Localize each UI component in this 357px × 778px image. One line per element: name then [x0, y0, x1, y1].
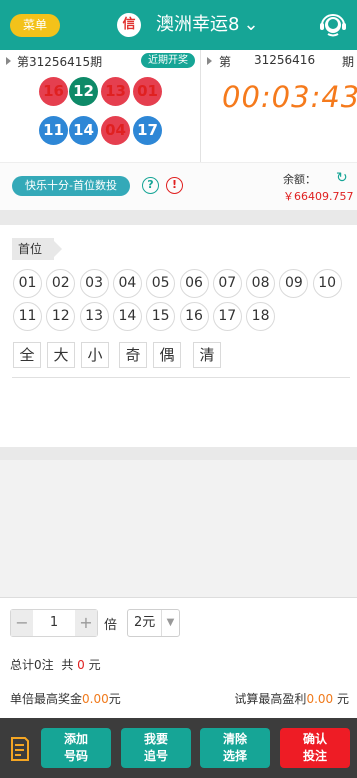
bet-type-bar: 快乐十分-首位数投 ? ! 余额： ↻ ￥66409.757: [0, 162, 357, 210]
chase-numbers-button[interactable]: 我要 追号: [121, 728, 191, 768]
customer-service-icon[interactable]: [318, 12, 348, 38]
triangle-icon: [207, 57, 212, 65]
winning-ball: 17: [133, 116, 162, 145]
last-period: 第31256415期: [17, 55, 103, 69]
max-prize-value: 0.00: [82, 692, 109, 706]
selection-divider: [12, 377, 350, 378]
number-selection-area: 首位 01 02 03 04 05 06 07 08 09 10 11 12 13 14 15 16 17 18 …: [0, 225, 357, 447]
winning-ball: 16: [39, 77, 68, 106]
game-title: 澳洲幸运8: [156, 14, 240, 35]
number-button[interactable]: 16: [179, 302, 209, 331]
button-label: 投注: [302, 749, 327, 763]
bet-list-area: [0, 460, 357, 597]
credit-badge: 信: [117, 13, 141, 37]
number-button[interactable]: 04: [112, 269, 142, 298]
select-big-button[interactable]: 大: [47, 342, 75, 368]
unit-select[interactable]: 2元 ▼: [127, 609, 180, 637]
add-numbers-button[interactable]: 添加 号码: [41, 728, 111, 768]
number-button[interactable]: 10: [312, 269, 342, 298]
select-small-button[interactable]: 小: [81, 342, 109, 368]
next-period-prefix: 第: [219, 55, 232, 69]
number-button[interactable]: 18: [246, 302, 276, 331]
countdown-timer: 00:03:43: [222, 80, 357, 114]
bet-controls: − 1 + 倍 2元 ▼ 总计0注 共 0 元 单倍最高奖金0.00元 试算最高…: [0, 597, 357, 718]
sum-unit: 元: [88, 658, 101, 672]
number-button[interactable]: 03: [79, 269, 109, 298]
next-period-number: 31256416: [254, 53, 316, 67]
button-label: 选择: [222, 749, 247, 763]
bet-list-icon[interactable]: [10, 736, 30, 762]
number-button[interactable]: 06: [179, 269, 209, 298]
winning-ball: 04: [101, 116, 130, 145]
button-label: 追号: [143, 749, 168, 763]
max-prize: 单倍最高奖金0.00元: [10, 690, 121, 707]
game-title-selector[interactable]: 澳洲幸运8 ⌄: [156, 12, 259, 38]
number-button[interactable]: 13: [79, 302, 109, 331]
select-even-button[interactable]: 偶: [153, 342, 181, 368]
menu-button[interactable]: 菜单: [10, 14, 60, 37]
max-prize-prefix: 单倍最高奖金: [10, 692, 83, 706]
total-count: 0: [34, 658, 42, 672]
section-divider: [0, 447, 357, 460]
total-prefix: 总计: [10, 658, 35, 672]
chevron-down-icon: ⌄: [243, 14, 259, 35]
clear-selection-button[interactable]: 清除 选择: [200, 728, 270, 768]
number-button[interactable]: 02: [46, 269, 76, 298]
refresh-icon[interactable]: ↻: [336, 170, 348, 186]
multiple-stepper: − 1 +: [10, 609, 98, 637]
multiple-unit-label: 倍: [104, 618, 118, 633]
number-button[interactable]: 15: [146, 302, 176, 331]
number-button[interactable]: 08: [246, 269, 276, 298]
bet-type-selector[interactable]: 快乐十分-首位数投: [12, 176, 130, 196]
decrease-button[interactable]: −: [11, 610, 33, 636]
button-label: 添加: [63, 732, 88, 746]
increase-button[interactable]: +: [75, 610, 97, 636]
total-unit: 注: [41, 658, 54, 672]
max-profit-prefix: 试算最高盈利: [234, 692, 307, 706]
recent-results-button[interactable]: 近期开奖: [141, 53, 195, 68]
number-button[interactable]: 17: [212, 302, 242, 331]
number-button[interactable]: 09: [279, 269, 309, 298]
balance-label: 余额：: [283, 173, 316, 186]
max-profit: 试算最高盈利0.00 元: [234, 690, 349, 707]
bet-summary: 总计0注 共 0 元: [10, 656, 101, 673]
help-icon[interactable]: ?: [142, 177, 159, 194]
button-label: 确认: [302, 732, 327, 746]
balance-value: ￥66409.757: [283, 190, 354, 203]
last-draw-panel: 第31256415期 近期开奖 16 12 13 01 11 14 04 17: [0, 50, 201, 162]
clear-numbers-button[interactable]: 清: [193, 342, 221, 368]
number-button[interactable]: 01: [13, 269, 42, 298]
number-button[interactable]: 14: [112, 302, 142, 331]
number-button[interactable]: 11: [13, 302, 42, 331]
sum-value: 0: [77, 658, 85, 672]
next-period-suffix: 期: [342, 55, 355, 69]
button-label: 清除: [222, 732, 247, 746]
triangle-icon: [6, 57, 11, 65]
select-all-button[interactable]: 全: [13, 342, 41, 368]
max-profit-unit: 元: [336, 692, 349, 706]
button-label: 号码: [63, 749, 88, 763]
winning-ball: 13: [101, 77, 130, 106]
multiple-input[interactable]: 1: [33, 610, 75, 636]
select-odd-button[interactable]: 奇: [119, 342, 147, 368]
max-profit-value: 0.00: [306, 692, 334, 706]
winning-ball: 12: [69, 77, 98, 106]
action-footer: 添加号码 我要追号 清除选择 确认投注: [0, 718, 357, 778]
confirm-bet-button[interactable]: 确认 投注: [280, 728, 350, 768]
winning-ball: 01: [133, 77, 162, 106]
max-prize-unit: 元: [108, 692, 121, 706]
chevron-down-icon: ▼: [161, 610, 179, 636]
number-button[interactable]: 05: [146, 269, 176, 298]
button-label: 我要: [143, 732, 168, 746]
unit-value: 2元: [134, 615, 156, 630]
position-label: 首位: [12, 238, 62, 260]
winning-ball: 11: [39, 116, 68, 145]
app-header: 菜单 信 澳洲幸运8 ⌄: [0, 0, 357, 50]
number-button[interactable]: 07: [212, 269, 242, 298]
winning-ball: 14: [69, 116, 98, 145]
warning-icon[interactable]: !: [166, 177, 183, 194]
number-button[interactable]: 12: [46, 302, 76, 331]
sum-prefix: 共: [61, 658, 74, 672]
section-divider: [0, 210, 357, 225]
